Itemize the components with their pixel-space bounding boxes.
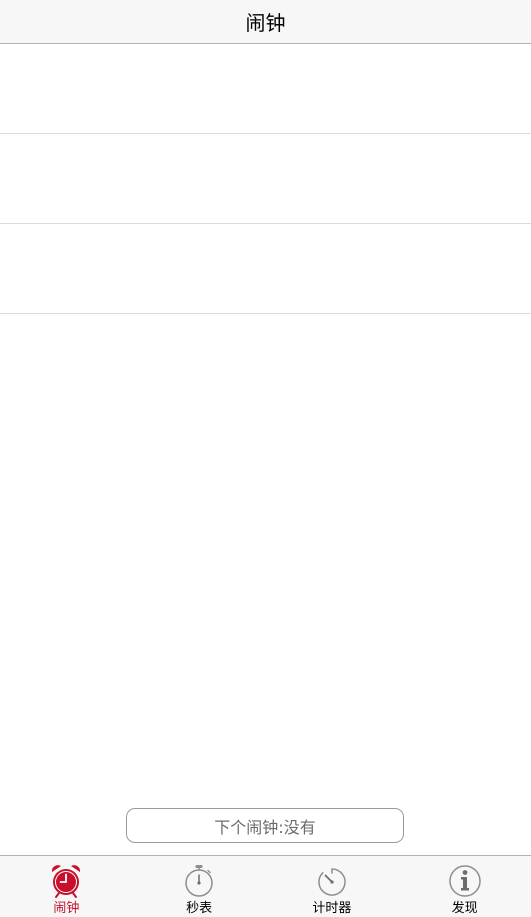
next-alarm-indicator: 下个闹钟:没有 xyxy=(126,808,404,843)
stopwatch-icon xyxy=(185,865,213,897)
tab-stopwatch-label: 秒表 xyxy=(186,901,213,916)
alarm-row[interactable] xyxy=(0,224,531,314)
tab-discover[interactable]: 发现 xyxy=(398,856,531,917)
tab-discover-label: 发现 xyxy=(451,901,478,916)
alarm-list xyxy=(0,44,531,314)
alarm-clock-icon xyxy=(52,865,81,898)
info-icon xyxy=(448,865,481,897)
timer-icon xyxy=(318,868,346,896)
tab-timer-label: 计时器 xyxy=(312,901,352,916)
tab-alarm-label: 闹钟 xyxy=(53,901,80,916)
page-title: 闹钟 xyxy=(245,11,286,35)
tab-timer[interactable]: 计时器 xyxy=(266,856,399,917)
app-screen: 闹钟 下个闹钟:没有 闹钟 秒表 计时器 发现 xyxy=(0,0,531,917)
tab-stopwatch[interactable]: 秒表 xyxy=(133,856,266,917)
next-alarm-text: 下个闹钟:没有 xyxy=(214,817,316,837)
tab-alarm[interactable]: 闹钟 xyxy=(0,856,133,917)
tab-bar: 闹钟 秒表 计时器 发现 xyxy=(0,855,531,917)
navigation-bar: 闹钟 xyxy=(0,0,531,44)
alarm-row[interactable] xyxy=(0,134,531,224)
alarm-row[interactable] xyxy=(0,44,531,134)
